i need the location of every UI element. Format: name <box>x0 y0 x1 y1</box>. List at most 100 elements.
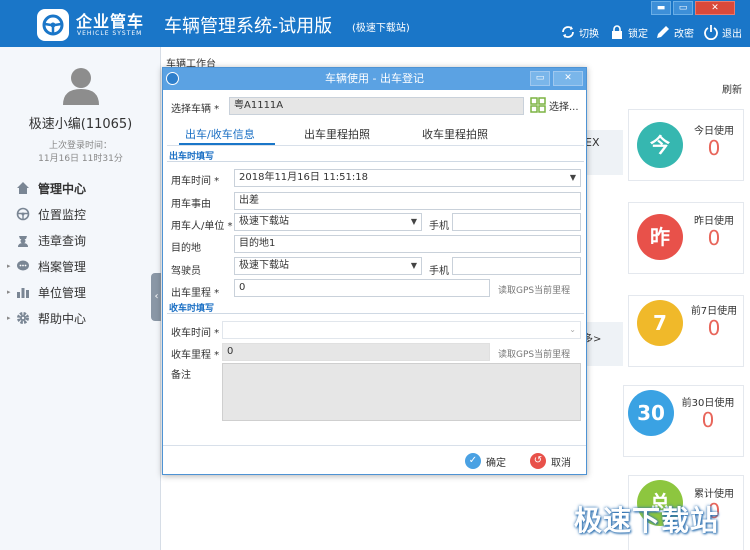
steering-logo-icon <box>42 14 64 36</box>
phone2-label: 手机 <box>429 266 449 277</box>
reason-label: 用车事由 <box>171 199 211 210</box>
confirm-button[interactable]: ✓ 确定 <box>465 453 506 469</box>
section-divider <box>167 161 584 162</box>
return-time-picker[interactable]: ⌄ <box>222 321 581 339</box>
chevron-right-icon: ▸ <box>7 314 11 322</box>
stat-label: 累计使用 <box>694 489 734 500</box>
stat-circle: 昨 <box>637 214 683 260</box>
lock-label: 锁定 <box>628 28 648 40</box>
tab-in-mileage-photo[interactable]: 收车里程拍照 <box>422 126 488 142</box>
logo <box>37 9 69 41</box>
chevron-right-icon: ▸ <box>7 288 11 296</box>
user-value: 极速下载站 <box>239 216 289 227</box>
stat-label: 前7日使用 <box>690 306 738 317</box>
user-select[interactable]: 极速下载站 ▼ <box>234 213 422 231</box>
stat-label: 前30日使用 <box>681 398 735 409</box>
menu-item-violation-query[interactable]: 违章查询 <box>8 229 86 251</box>
change-password-label: 改密 <box>674 28 694 40</box>
stat-card-yesterday: 昨 昨日使用 0 <box>628 202 744 274</box>
chat-icon <box>17 260 29 271</box>
menu-item-label: 帮助中心 <box>38 311 87 326</box>
destination-label: 目的地 <box>171 243 201 254</box>
reason-input[interactable]: 出差 <box>234 192 581 210</box>
police-icon <box>18 236 28 247</box>
dropdown-arrow-icon: ▼ <box>410 217 417 226</box>
exit-label: 退出 <box>722 28 742 40</box>
driver-select[interactable]: 极速下载站 ▼ <box>234 257 422 275</box>
menu-item-unit-management[interactable]: ▸ 单位管理 <box>7 281 87 303</box>
lock-icon <box>612 25 622 39</box>
stat-card-7days: 7 前7日使用 0 <box>628 295 744 367</box>
use-time-picker[interactable]: 2018年11月16日 11:51:18 ▼ <box>234 169 581 187</box>
menu-item-location-monitor[interactable]: 位置监控 <box>8 203 86 225</box>
tab-checkout-info[interactable]: 出车/收车信息 <box>185 126 255 142</box>
lock-button[interactable]: 锁定 <box>609 24 648 40</box>
stat-value: 0 <box>707 136 721 160</box>
phone-input[interactable] <box>452 213 581 231</box>
select-vehicle-label: 选择... <box>549 101 579 113</box>
check-icon: ✓ <box>465 453 481 469</box>
remark-label: 备注 <box>171 370 191 381</box>
exit-button[interactable]: 退出 <box>703 24 742 40</box>
cancel-button[interactable]: ↺ 取消 <box>530 453 571 469</box>
driver-label: 驾驶员 <box>171 266 201 277</box>
change-password-button[interactable]: 改密 <box>655 24 694 40</box>
phone-label: 手机 <box>429 221 449 232</box>
menu-item-archive-management[interactable]: ▸ 档案管理 <box>7 255 87 277</box>
driver-phone-input[interactable] <box>452 257 581 275</box>
logo-subtext: VEHICLE SYSTEM <box>77 30 143 37</box>
refresh-link[interactable]: 刷新 <box>722 81 742 96</box>
dialog-close-button[interactable]: ✕ <box>553 71 583 86</box>
switch-button[interactable]: 切换 <box>560 24 599 40</box>
stat-card-30days: 30 前30日使用 0 <box>623 385 744 457</box>
out-mileage-input[interactable]: 0 <box>234 279 490 297</box>
menu-item-label: 位置监控 <box>38 207 87 222</box>
app-header: 企业管车 VEHICLE SYSTEM 车辆管理系统-试用版 (极速下载站) 切… <box>0 0 750 47</box>
read-gps-mileage-button-2[interactable]: 读取GPS当前里程 <box>498 347 570 360</box>
logo-text: 企业管车 <box>76 12 145 31</box>
tabs-divider <box>167 145 584 146</box>
sidebar: 极速小编(11065) 上次登录时间： 11月16日 11时31分 管理中心 位… <box>0 47 161 550</box>
app-title: 车辆管理系统-试用版 <box>164 16 333 37</box>
return-mileage-label: 收车里程 * <box>171 350 220 361</box>
steering-wheel-icon <box>16 207 30 221</box>
section-divider <box>167 313 584 314</box>
last-login-value: 11月16日 11时31分 <box>38 154 123 164</box>
stat-label: 昨日使用 <box>694 216 734 227</box>
dropdown-arrow-icon: ▼ <box>410 261 417 270</box>
return-mileage-input[interactable]: 0 <box>222 343 490 361</box>
destination-input[interactable]: 目的地1 <box>234 235 581 253</box>
vehicle-input[interactable]: 粤A1111A <box>229 97 524 115</box>
more-link[interactable]: 多> <box>581 322 623 366</box>
pencil-icon <box>657 26 669 38</box>
gear-icon <box>17 312 29 324</box>
select-vehicle-button[interactable]: 选择... <box>530 97 579 113</box>
app-subtitle: (极速下载站) <box>352 23 410 34</box>
stat-value: 0 <box>701 408 715 432</box>
menu-item-label: 单位管理 <box>38 285 87 300</box>
stat-circle: 30 <box>628 390 674 436</box>
read-gps-mileage-button[interactable]: 读取GPS当前里程 <box>498 283 570 296</box>
cancel-label: 取消 <box>551 457 571 469</box>
menu-item-label: 档案管理 <box>38 259 87 274</box>
avatar <box>63 68 99 105</box>
window-close-button[interactable]: ✕ <box>695 1 735 15</box>
dialog-title: 车辆使用 - 出车登记 <box>163 68 586 90</box>
bar-chart-icon <box>17 288 29 298</box>
remark-textarea[interactable] <box>222 363 581 421</box>
stat-card-today: 今 今日使用 0 <box>628 109 744 181</box>
stat-circle: 今 <box>637 122 683 168</box>
menu-item-management-center[interactable]: 管理中心 <box>8 177 86 199</box>
undo-icon: ↺ <box>530 453 546 469</box>
grid-icon <box>530 97 546 113</box>
select-vehicle-label: 选择车辆 * <box>171 104 220 115</box>
window-minimize-button[interactable]: ▬ <box>651 1 671 15</box>
menu-item-label: 管理中心 <box>38 181 87 196</box>
driver-value: 极速下载站 <box>239 260 289 271</box>
dialog-minimize-button[interactable]: ▭ <box>530 71 550 86</box>
background-table-header: EX <box>581 130 623 175</box>
menu-item-help-center[interactable]: ▸ 帮助中心 <box>7 307 87 329</box>
window-restore-button[interactable]: ▭ <box>673 1 693 15</box>
out-mileage-label: 出车里程 * <box>171 288 220 299</box>
tab-out-mileage-photo[interactable]: 出车里程拍照 <box>304 126 370 142</box>
